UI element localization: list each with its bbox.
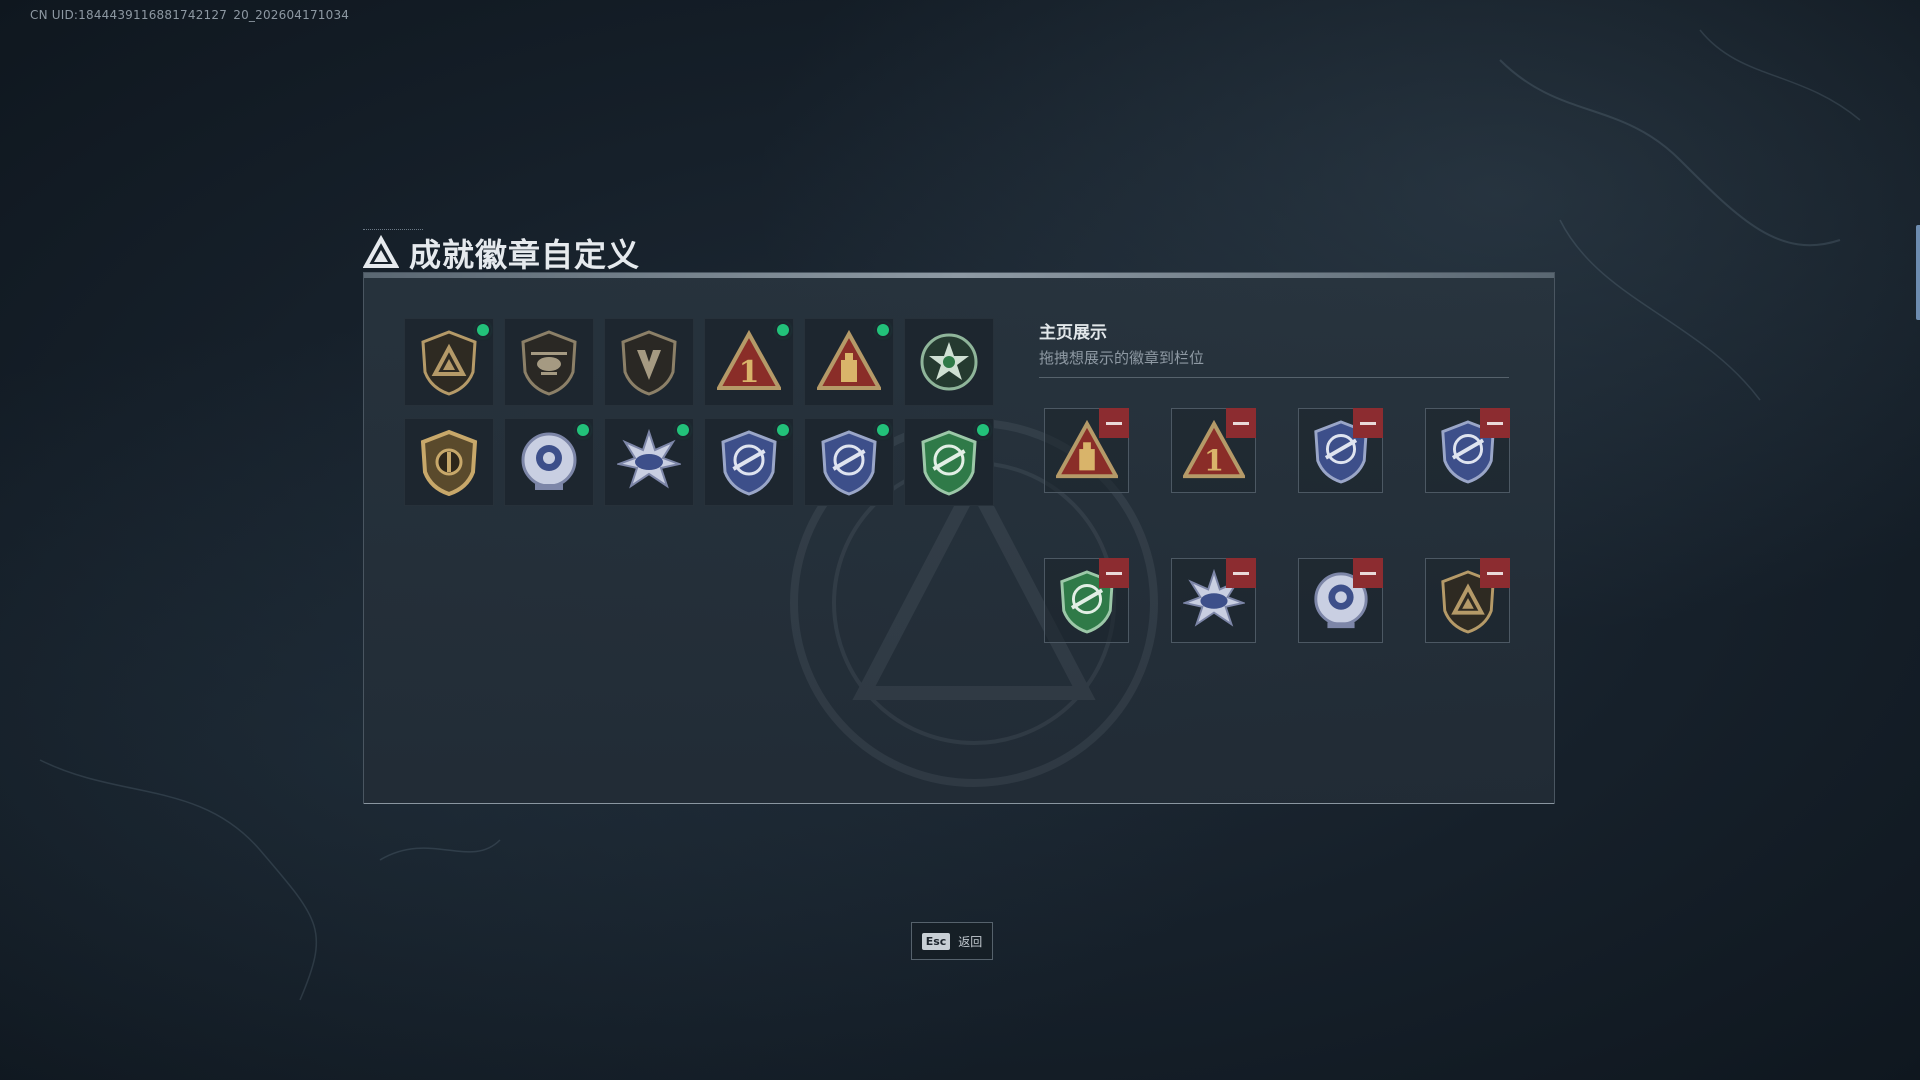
inventory-badge-cell[interactable] (604, 418, 694, 506)
remove-minus-icon[interactable] (1353, 408, 1383, 438)
page-title: 成就徽章自定义 (409, 236, 641, 274)
showcase-slot[interactable] (1298, 408, 1383, 493)
showcase-slot[interactable]: 1 (1171, 408, 1256, 493)
inventory-badge-cell[interactable] (504, 418, 594, 506)
side-edge-indicator (1916, 225, 1920, 320)
inventory-badge-cell[interactable] (804, 418, 894, 506)
panel-top-bar (364, 273, 1554, 278)
new-indicator-dot (577, 424, 589, 436)
panel-bottom-line (364, 803, 1554, 804)
page-header: 成就徽章自定义 (363, 230, 640, 276)
back-label: 返回 (958, 934, 983, 949)
showcase-title: 主页展示 (1039, 323, 1107, 343)
uid-label: CN UID:1844439116881742127 20_2026041710… (30, 8, 350, 22)
inventory-badge-cell[interactable] (504, 318, 594, 406)
svg-text:1: 1 (739, 355, 760, 390)
homepage-showcase: 主页展示 拖拽想展示的徽章到栏位 1 (1039, 318, 1510, 643)
new-indicator-dot (777, 424, 789, 436)
back-button[interactable]: Esc 返回 (911, 922, 993, 960)
remove-minus-icon[interactable] (1226, 408, 1256, 438)
inventory-badge-cell[interactable] (704, 418, 794, 506)
badge-customization-panel: 1 主页展示 拖拽想展示的徽章到栏位 1 (363, 272, 1555, 804)
inventory-badge-cell[interactable]: 1 (704, 318, 794, 406)
blue-rifle-shield-badge-icon (821, 430, 877, 496)
blue-rifle-shield-badge-icon (721, 430, 777, 496)
green-rifle-shield-badge-icon (921, 430, 977, 496)
new-indicator-dot (777, 324, 789, 336)
showcase-slot[interactable] (1425, 558, 1510, 643)
remove-minus-icon[interactable] (1099, 558, 1129, 588)
remove-minus-icon[interactable] (1480, 408, 1510, 438)
new-indicator-dot (677, 424, 689, 436)
inventory-badge-cell[interactable] (404, 418, 494, 506)
red-triangle-1-badge-icon: 1 (717, 329, 781, 390)
remove-minus-icon[interactable] (1353, 558, 1383, 588)
showcase-slot[interactable] (1425, 408, 1510, 493)
showcase-subtitle: 拖拽想展示的徽章到栏位 (1039, 349, 1205, 367)
new-indicator-dot (877, 424, 889, 436)
inventory-badge-cell[interactable] (904, 318, 994, 406)
triangle-shield-badge-icon (421, 330, 477, 396)
new-indicator-dot (977, 424, 989, 436)
badge-inventory-grid: 1 (404, 318, 994, 506)
gold-oval-badge-icon (420, 429, 478, 496)
inventory-badge-cell[interactable] (404, 318, 494, 406)
inventory-badge-cell[interactable] (904, 418, 994, 506)
showcase-slot[interactable] (1044, 408, 1129, 493)
green-star-wreath-badge-icon (920, 333, 978, 391)
showcase-slot[interactable] (1298, 558, 1383, 643)
esc-key-icon: Esc (921, 932, 951, 950)
remove-minus-icon[interactable] (1099, 408, 1129, 438)
blue-rose-badge-icon (521, 432, 577, 490)
new-indicator-dot (877, 324, 889, 336)
showcase-divider (1039, 377, 1509, 378)
svg-text:1: 1 (1203, 443, 1223, 477)
blue-star-badge-icon (617, 428, 681, 489)
red-triangle-tower-badge-icon (817, 329, 881, 390)
showcase-slots: 1 (1044, 408, 1510, 643)
remove-minus-icon[interactable] (1480, 558, 1510, 588)
triangle-logo-icon (363, 235, 399, 268)
inventory-badge-cell[interactable] (604, 318, 694, 406)
remove-minus-icon[interactable] (1226, 558, 1256, 588)
arrow-shield-badge-icon (621, 330, 677, 396)
inventory-badge-cell[interactable] (804, 318, 894, 406)
new-indicator-dot (477, 324, 489, 336)
helicopter-shield-badge-icon (521, 330, 577, 396)
showcase-slot[interactable] (1044, 558, 1129, 643)
showcase-slot[interactable] (1171, 558, 1256, 643)
